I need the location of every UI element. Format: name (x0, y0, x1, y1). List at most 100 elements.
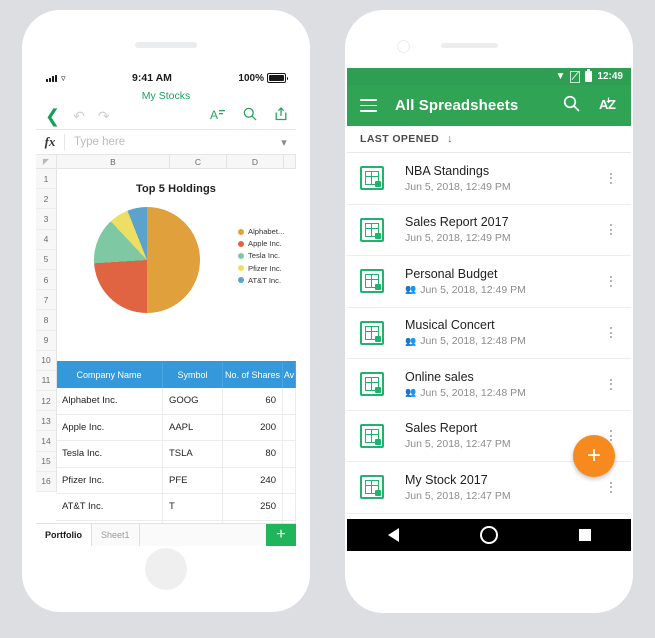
nav-home-icon[interactable] (479, 526, 498, 544)
android-navigation-bar (347, 519, 631, 551)
cell-symbol[interactable]: GOOG (163, 388, 223, 414)
battery-icon (585, 69, 593, 82)
file-name: Online sales (405, 369, 474, 384)
row-number[interactable]: 14 (36, 431, 56, 452)
cell-avg[interactable] (283, 494, 296, 520)
table-row[interactable]: Pfizer Inc. PFE 240 (56, 467, 296, 494)
row-number[interactable]: 10 (36, 351, 56, 371)
cell-company[interactable]: Alphabet Inc. (56, 388, 163, 414)
create-new-button[interactable]: + (573, 435, 615, 477)
sheet-tab-portfolio[interactable]: Portfolio (36, 524, 92, 546)
sort-alphabetical-icon[interactable]: AZ (599, 96, 618, 115)
row-number[interactable]: 5 (36, 250, 56, 270)
column-header-b[interactable]: B (57, 155, 170, 168)
column-header-e[interactable] (284, 155, 296, 168)
cell-avg[interactable] (283, 414, 296, 440)
row-number[interactable]: 12 (36, 391, 56, 412)
list-item[interactable]: Musical Concert 👥 Jun 5, 2018, 12:48 PM (347, 308, 631, 359)
chevron-down-icon[interactable]: ▾ (272, 136, 296, 149)
sort-header[interactable]: LAST OPENED ↓ (347, 126, 631, 153)
table-row[interactable]: Tesla Inc. TSLA 80 (56, 441, 296, 468)
iphone-home-button[interactable] (145, 548, 187, 590)
undo-icon[interactable]: ↶ (73, 109, 85, 123)
share-icon[interactable] (275, 107, 287, 125)
arrow-down-icon[interactable]: ↓ (447, 133, 453, 145)
file-subtitle: 👥 Jun 5, 2018, 12:49 PM (405, 284, 604, 296)
more-vert-icon[interactable] (604, 275, 618, 287)
row-number[interactable]: 13 (36, 411, 56, 432)
row-number[interactable]: 9 (36, 331, 56, 351)
formula-bar[interactable]: fx Type here ▾ (36, 130, 296, 155)
cell-symbol[interactable]: PFE (163, 467, 223, 493)
battery-icon (267, 73, 288, 83)
legend-color-swatch (238, 252, 244, 259)
table-row[interactable]: Alphabet Inc. GOOG 60 (56, 388, 296, 415)
cell-company[interactable]: Apple Inc. (56, 414, 163, 440)
search-icon[interactable] (563, 95, 580, 116)
cell-avg[interactable] (283, 467, 296, 493)
row-number[interactable]: 8 (36, 310, 56, 331)
legend-label: AT&T Inc. (248, 275, 282, 285)
pie-chart-object[interactable]: Top 5 Holdings Alphabet... Apple Inc. Tesl… (56, 169, 296, 361)
column-header-d[interactable]: D (227, 155, 284, 168)
row-number[interactable]: 6 (36, 270, 56, 291)
cell-company[interactable]: Pfizer Inc. (56, 467, 163, 493)
cell-symbol[interactable]: TSLA (163, 441, 223, 467)
list-item[interactable]: Sales Report 2017 Jun 5, 2018, 12:49 PM (347, 205, 631, 256)
row-number[interactable]: 15 (36, 452, 56, 472)
sheet-tab-sheet1[interactable]: Sheet1 (92, 524, 140, 546)
pie-chart-graphic (94, 207, 200, 313)
row-number[interactable]: 1 (36, 169, 56, 190)
column-header-c[interactable]: C (170, 155, 227, 168)
cell-avg[interactable] (283, 388, 296, 414)
list-item[interactable]: NBA Standings Jun 5, 2018, 12:49 PM (347, 153, 631, 205)
table-row[interactable]: AT&T Inc. T 250 (56, 494, 296, 521)
table-header-cell[interactable]: Av (283, 361, 296, 388)
formula-input[interactable]: Type here (65, 136, 272, 148)
file-name: My Stock 2017 (405, 472, 488, 487)
table-header-cell[interactable]: Symbol (163, 361, 223, 388)
cell-company[interactable]: AT&T Inc. (56, 494, 163, 520)
cell-shares[interactable]: 80 (223, 441, 283, 467)
select-all-corner[interactable]: ◤ (36, 155, 57, 168)
google-sheets-icon (360, 217, 384, 242)
more-vert-icon[interactable] (604, 327, 618, 339)
table-header-cell[interactable]: Company Name (56, 361, 163, 388)
more-vert-icon[interactable] (604, 172, 618, 184)
list-item[interactable]: Online sales 👥 Jun 5, 2018, 12:48 PM (347, 359, 631, 411)
table-row[interactable]: Apple Inc. AAPL 200 (56, 414, 296, 441)
row-number[interactable]: 3 (36, 209, 56, 230)
more-vert-icon[interactable] (604, 378, 618, 390)
row-number[interactable]: 11 (36, 371, 56, 392)
cellular-signal-icon (46, 74, 57, 82)
more-vert-icon[interactable] (604, 481, 618, 493)
cell-shares[interactable]: 250 (223, 494, 283, 520)
nav-back-icon[interactable] (387, 528, 399, 542)
cell-shares[interactable]: 60 (223, 388, 283, 414)
list-item[interactable]: Personal Budget 👥 Jun 5, 2018, 12:49 PM (347, 256, 631, 308)
cell-company[interactable]: Tesla Inc. (56, 441, 163, 467)
nav-recents-icon[interactable] (578, 529, 591, 541)
search-icon[interactable] (243, 107, 257, 125)
chevron-left-icon[interactable]: ❮ (45, 107, 60, 125)
cell-symbol[interactable]: T (163, 494, 223, 520)
hamburger-menu-icon[interactable] (360, 99, 377, 112)
redo-icon[interactable]: ↷ (98, 109, 110, 123)
row-number[interactable]: 2 (36, 189, 56, 210)
svg-text:Z: Z (608, 97, 616, 112)
row-number[interactable]: 16 (36, 472, 56, 492)
file-name: Sales Report 2017 (405, 215, 509, 230)
cell-shares[interactable]: 240 (223, 467, 283, 493)
table-header-cell[interactable]: No. of Shares (223, 361, 283, 388)
file-subtitle: Jun 5, 2018, 12:49 PM (405, 181, 604, 193)
cell-avg[interactable] (283, 441, 296, 467)
row-number[interactable]: 7 (36, 290, 56, 311)
text-format-icon[interactable]: A (210, 108, 225, 125)
battery-percent: 100% (238, 72, 264, 84)
row-number[interactable]: 4 (36, 230, 56, 250)
add-sheet-button[interactable]: + (266, 524, 296, 546)
cell-symbol[interactable]: AAPL (163, 414, 223, 440)
file-date: Jun 5, 2018, 12:49 PM (420, 283, 526, 296)
cell-shares[interactable]: 200 (223, 414, 283, 440)
more-vert-icon[interactable] (604, 224, 618, 236)
